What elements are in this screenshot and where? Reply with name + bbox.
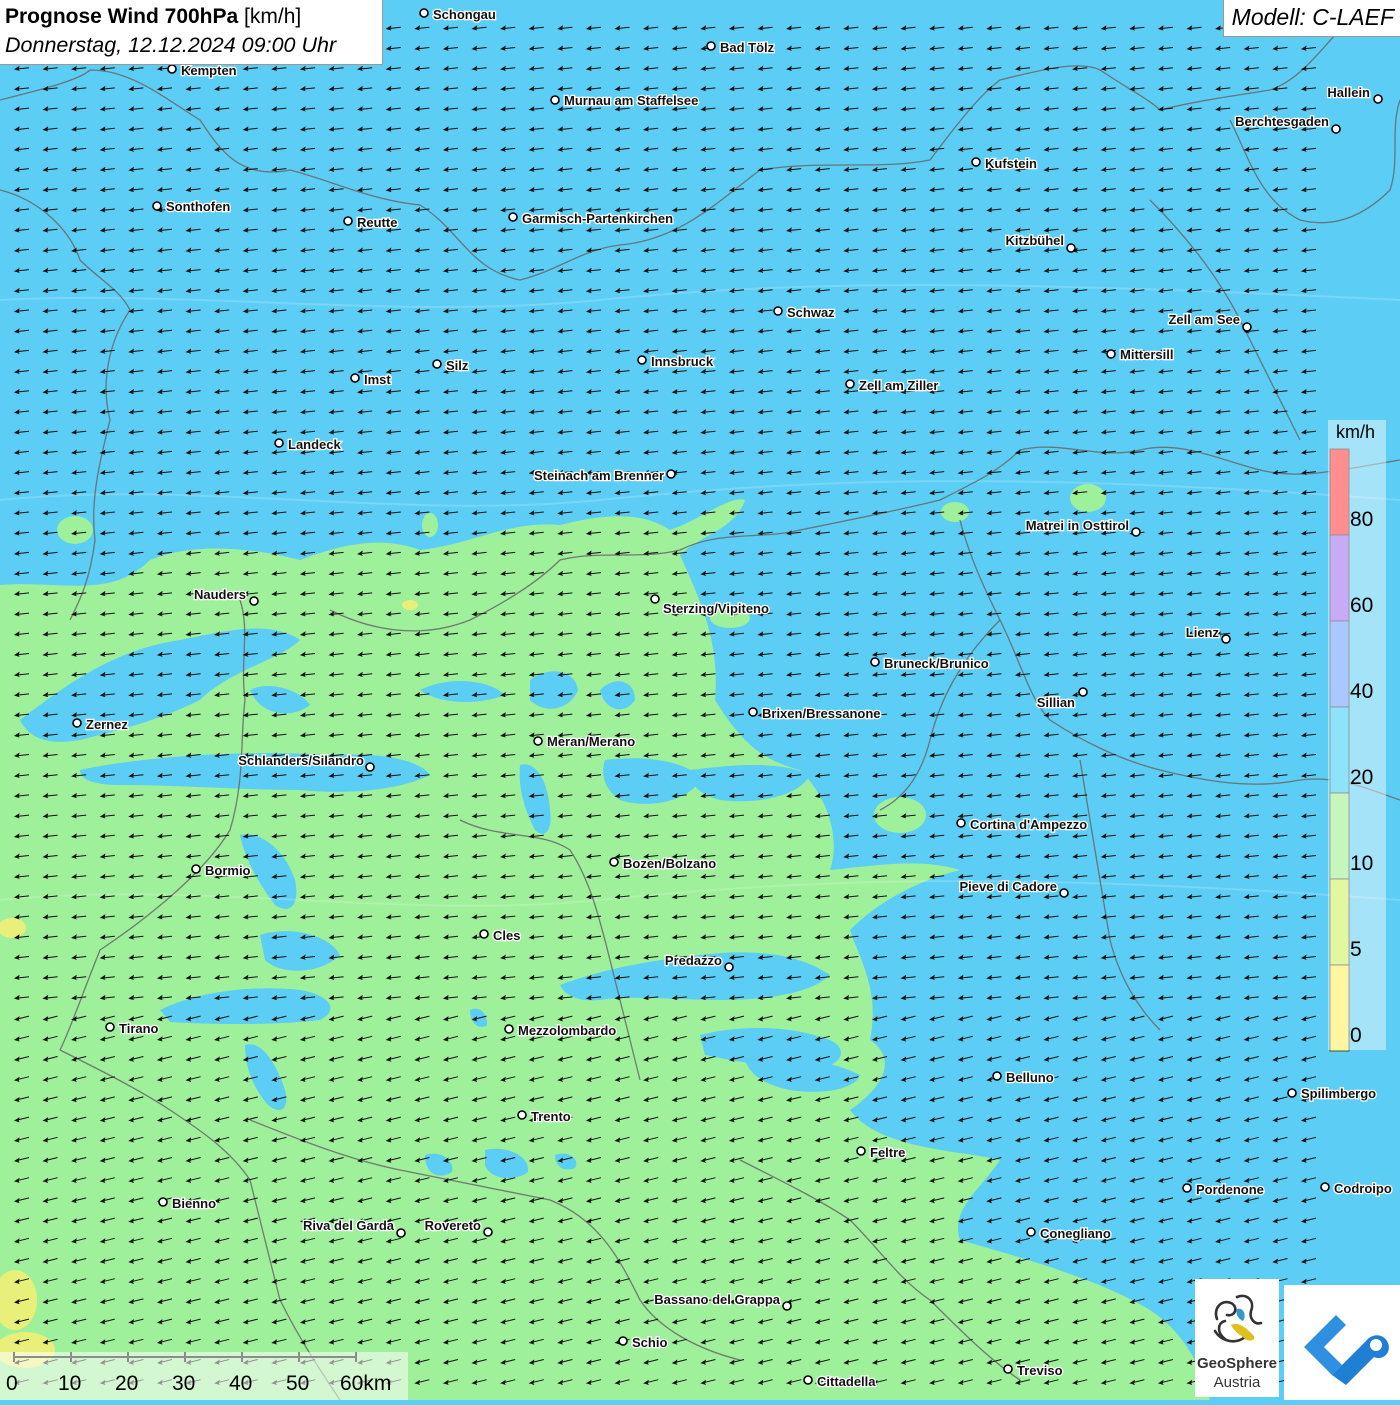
wind-map: SchongauBad TölzKemptenHalleinMurnau am …: [0, 0, 1400, 1400]
